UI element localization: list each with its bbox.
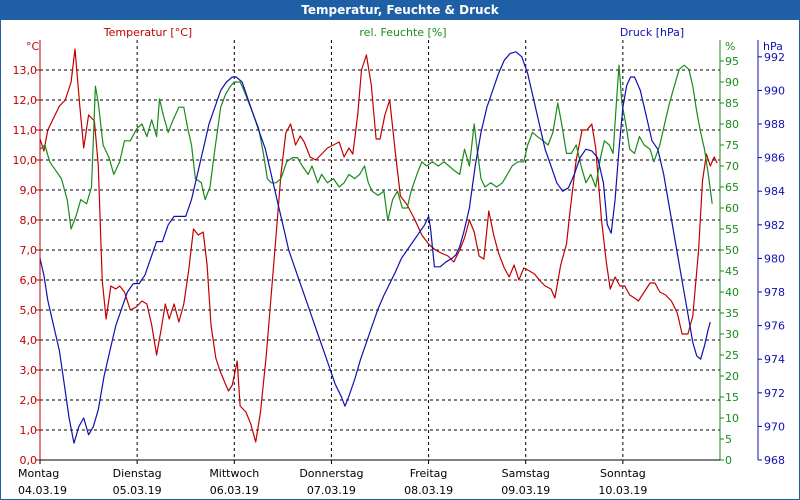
temperature-unit: °C <box>26 40 40 53</box>
x-tick-date-label: 05.03.19 <box>113 484 162 497</box>
x-tick-date-label: 08.03.19 <box>404 484 453 497</box>
pressure-tick-label: 982 <box>764 219 785 232</box>
pressure-tick-label: 976 <box>764 320 785 333</box>
humidity-tick-label: 15 <box>725 391 739 404</box>
pressure-tick-label: 970 <box>764 420 785 433</box>
pressure-tick-label: 980 <box>764 252 785 265</box>
temperature-tick-label: 5,0 <box>20 304 38 317</box>
x-tick-day-label: Samstag <box>502 467 550 480</box>
humidity-tick-label: 35 <box>725 307 739 320</box>
humidity-tick-label: 45 <box>725 265 739 278</box>
x-tick-date-label: 06.03.19 <box>210 484 259 497</box>
humidity-tick-label: 40 <box>725 286 739 299</box>
chart-canvas: 0,0 1,0 2,0 3,0 4,0 5,0 6,0 7,0 8,0 9,0 10,0 11,0 12… <box>13 26 786 497</box>
x-tick-day-label: Montag <box>18 467 59 480</box>
temperature-tick-label: 8,0 <box>20 214 38 227</box>
humidity-tick-label: 95 <box>725 55 739 68</box>
pressure-axis-label: Druck [hPa] <box>620 26 684 39</box>
temperature-tick-label: 6,0 <box>20 274 38 287</box>
temperature-tick-label: 1,0 <box>20 424 38 437</box>
series-layer <box>39 48 718 444</box>
humidity-tick-label: 55 <box>725 223 739 236</box>
x-tick-date-label: 04.03.19 <box>18 484 67 497</box>
humidity-tick-label: 85 <box>725 97 739 110</box>
humidity-tick-label: 0 <box>725 454 732 467</box>
humidity-tick-label: 75 <box>725 139 739 152</box>
humidity-tick-label: 5 <box>725 433 732 446</box>
humidity-tick-label: 50 <box>725 244 739 257</box>
x-tick-day-label: Mittwoch <box>209 467 259 480</box>
temperature-tick-label: 4,0 <box>20 334 38 347</box>
pressure-tick-label: 968 <box>764 454 785 467</box>
axes: 0,0 1,0 2,0 3,0 4,0 5,0 6,0 7,0 8,0 9,0 10,0 11,0 12… <box>13 40 785 497</box>
humidity-tick-label: 65 <box>725 181 739 194</box>
temperature-tick-label: 7,0 <box>20 244 38 257</box>
x-tick-day-label: Freitag <box>410 467 448 480</box>
x-tick-date-label: 09.03.19 <box>501 484 550 497</box>
pressure-tick-label: 990 <box>764 84 785 97</box>
temperature-tick-label: 10,0 <box>13 154 38 167</box>
temperature-tick-label: 9,0 <box>20 184 38 197</box>
x-tick-day-label: Donnerstag <box>299 467 363 480</box>
pressure-tick-label: 978 <box>764 286 785 299</box>
temperature-tick-label: 12,0 <box>13 94 38 107</box>
humidity-series-line <box>39 64 713 230</box>
temperature-tick-label: 3,0 <box>20 364 38 377</box>
x-tick-day-label: Sonntag <box>600 467 646 480</box>
temperature-tick-label: 0,0 <box>20 454 38 467</box>
pressure-tick-label: 984 <box>764 185 785 198</box>
humidity-tick-label: 20 <box>725 370 739 383</box>
humidity-tick-label: 10 <box>725 412 739 425</box>
x-tick-date-label: 07.03.19 <box>307 484 356 497</box>
humidity-tick-label: 90 <box>725 76 739 89</box>
humidity-tick-label: 30 <box>725 328 739 341</box>
pressure-tick-label: 986 <box>764 152 785 165</box>
humidity-tick-label: 80 <box>725 118 739 131</box>
x-tick-date-label: 10.03.19 <box>598 484 647 497</box>
pressure-tick-label: 974 <box>764 353 785 366</box>
x-tick-day-label: Dienstag <box>113 467 162 480</box>
temperature-tick-label: 13,0 <box>13 64 38 77</box>
temperature-tick-label: 2,0 <box>20 394 38 407</box>
humidity-tick-label: 70 <box>725 160 739 173</box>
humidity-unit: % <box>725 40 735 53</box>
humidity-tick-label: 60 <box>725 202 739 215</box>
temperature-axis-label: Temperatur [°C] <box>103 26 192 39</box>
humidity-axis-label: rel. Feuchte [%] <box>359 26 446 39</box>
grid <box>40 40 720 460</box>
pressure-tick-label: 972 <box>764 387 785 400</box>
pressure-series-line <box>39 51 711 444</box>
pressure-tick-label: 988 <box>764 118 785 131</box>
pressure-unit: hPa <box>763 40 783 53</box>
temperature-tick-label: 11,0 <box>13 124 38 137</box>
humidity-tick-label: 25 <box>725 349 739 362</box>
